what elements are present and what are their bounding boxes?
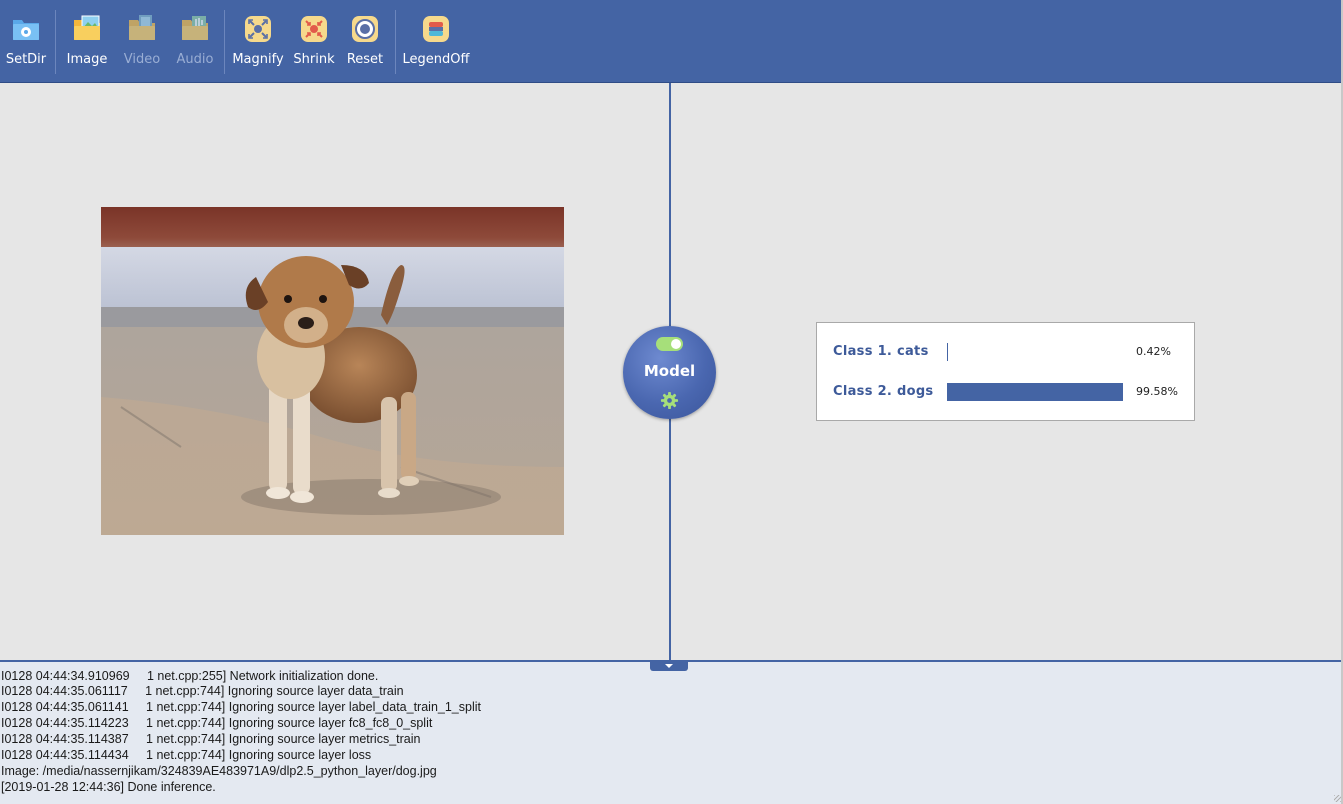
shrink-label: Shrink — [293, 52, 335, 67]
log-line: I0128 04:44:35.114223 1 net.cpp:744] Ign… — [1, 716, 433, 730]
log-line: I0128 04:44:35.114434 1 net.cpp:744] Ign… — [1, 748, 372, 762]
image-button[interactable]: Image — [64, 0, 110, 83]
result-percent: 99.58% — [1136, 385, 1178, 398]
toolbar-separator — [224, 10, 225, 74]
input-image — [101, 207, 564, 535]
result-bar-track — [947, 343, 1124, 361]
audio-label: Audio — [176, 52, 214, 67]
result-bar-track — [947, 383, 1124, 401]
gear-icon[interactable] — [660, 391, 679, 410]
magnify-label: Magnify — [232, 52, 284, 67]
result-class-name: Class 1. cats — [833, 344, 929, 359]
classification-results: Class 1. cats 0.42% Class 2. dogs 99.58% — [816, 322, 1195, 421]
folder-gear-icon — [11, 14, 41, 44]
audio-button[interactable]: Audio — [173, 0, 217, 83]
image-label: Image — [66, 52, 108, 67]
legendoff-label: LegendOff — [402, 52, 470, 67]
log-line: I0128 04:44:35.061141 1 net.cpp:744] Ign… — [1, 700, 481, 714]
magnify-icon — [243, 14, 273, 44]
collapse-log-button[interactable] — [650, 662, 688, 671]
toolbar: SetDir Image Video Audio Magnify Shrink … — [0, 0, 1343, 83]
log-line: I0128 04:44:34.910969 1 net.cpp:255] Net… — [1, 669, 379, 683]
log-line: [2019-01-28 12:44:36] Done inference. — [1, 780, 216, 794]
log-line: Image: /media/nassernjikam/324839AE48397… — [1, 764, 437, 778]
log-line: I0128 04:44:35.061117 1 net.cpp:744] Ign… — [1, 684, 404, 698]
folder-image-icon — [72, 14, 102, 44]
folder-audio-icon — [180, 14, 210, 44]
shrink-button[interactable]: Shrink — [292, 0, 336, 83]
result-class-name: Class 2. dogs — [833, 384, 934, 399]
result-row: Class 2. dogs 99.58% — [817, 382, 1194, 402]
reset-icon — [350, 14, 380, 44]
result-bar — [947, 383, 1123, 401]
shrink-icon — [299, 14, 329, 44]
folder-video-icon — [127, 14, 157, 44]
model-node[interactable]: Model — [623, 326, 716, 419]
video-button[interactable]: Video — [120, 0, 164, 83]
log-console[interactable]: I0128 04:44:34.910969 1 net.cpp:255] Net… — [0, 662, 1341, 804]
result-bar — [947, 343, 948, 361]
legend-icon — [421, 14, 451, 44]
magnify-button[interactable]: Magnify — [232, 0, 284, 83]
legendoff-button[interactable]: LegendOff — [402, 0, 470, 83]
setdir-button[interactable]: SetDir — [4, 0, 48, 83]
model-toggle[interactable] — [656, 337, 683, 351]
result-percent: 0.42% — [1136, 345, 1171, 358]
video-label: Video — [123, 52, 161, 67]
toolbar-separator — [55, 10, 56, 74]
setdir-label: SetDir — [5, 52, 47, 67]
reset-button[interactable]: Reset — [345, 0, 385, 83]
model-label: Model — [643, 362, 696, 380]
log-line: I0128 04:44:35.114387 1 net.cpp:744] Ign… — [1, 732, 421, 746]
reset-label: Reset — [346, 52, 384, 67]
result-row: Class 1. cats 0.42% — [817, 342, 1194, 362]
toolbar-separator — [395, 10, 396, 74]
resize-grip[interactable] — [1334, 795, 1341, 802]
